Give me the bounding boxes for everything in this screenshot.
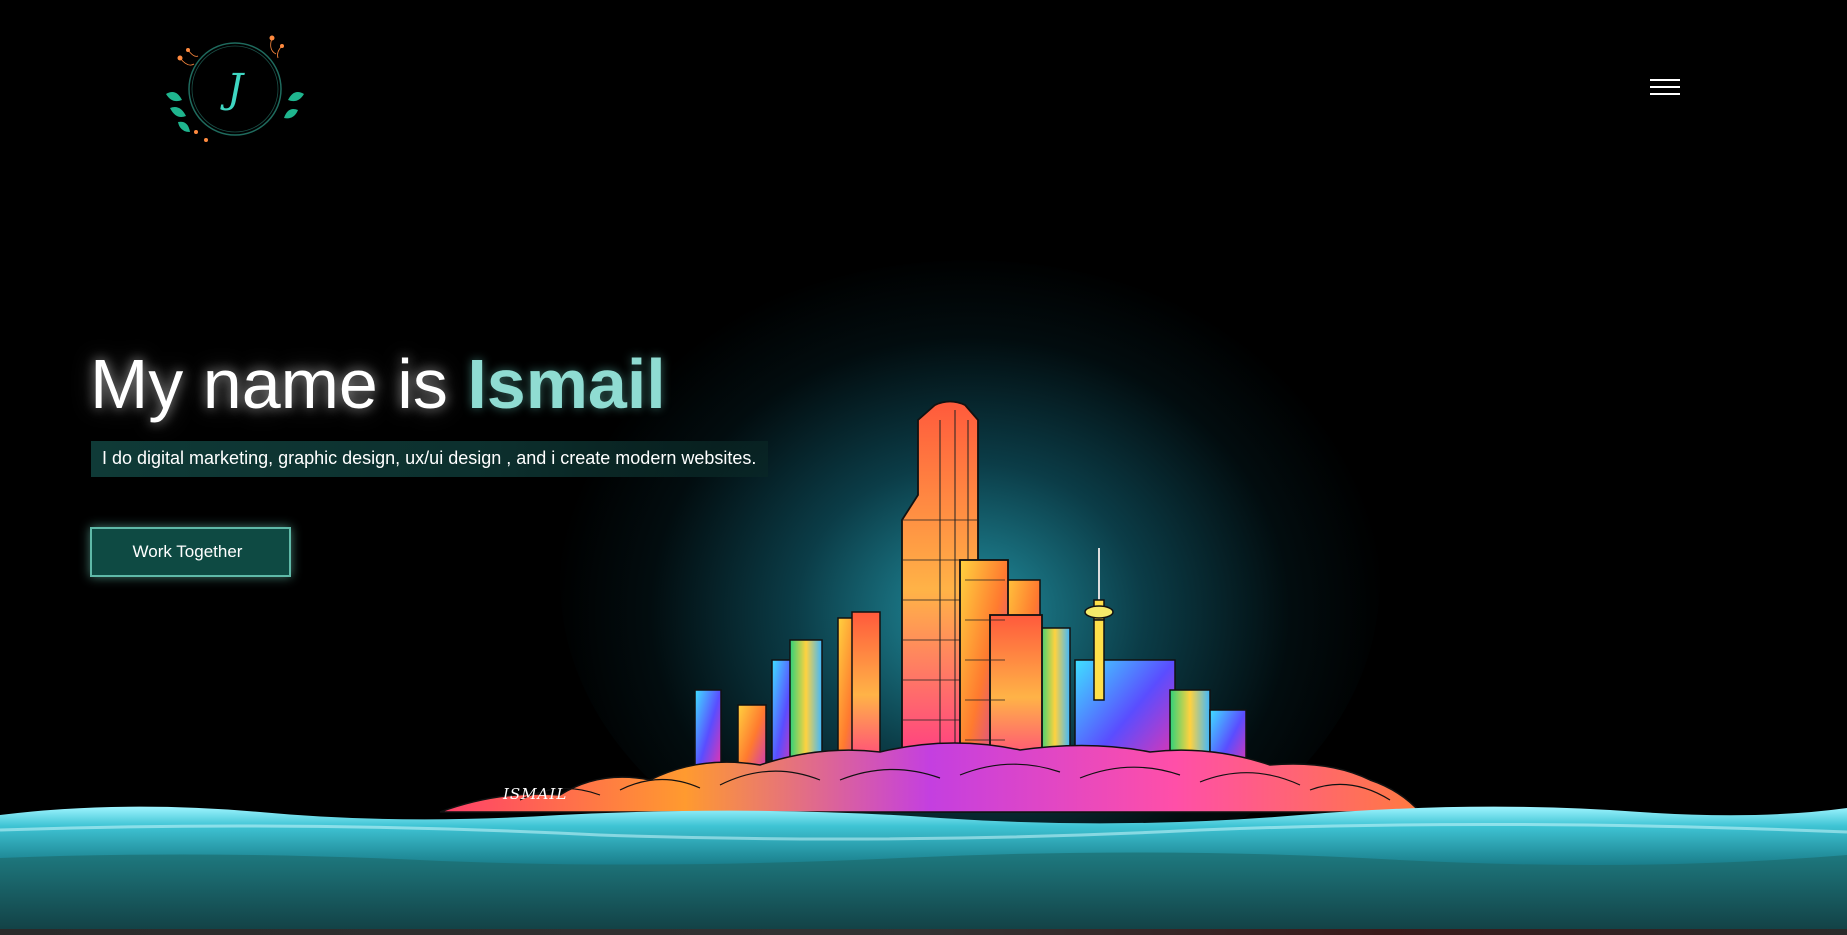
hero-title: My name is Ismail — [90, 346, 666, 423]
work-together-button[interactable]: Work Together — [90, 527, 291, 577]
hero-subtitle: I do digital marketing, graphic design, … — [91, 441, 769, 477]
hamburger-menu-icon[interactable] — [1648, 76, 1682, 100]
illustration-signature: ISMAIL — [503, 785, 568, 803]
menu-line — [1650, 93, 1680, 95]
hero-title-name: Ismail — [467, 345, 666, 423]
page: J My name is Ismail I do digital marketi… — [0, 0, 1847, 935]
bottom-bar — [0, 929, 1847, 935]
menu-line — [1650, 79, 1680, 81]
logo-letter: J — [226, 66, 244, 112]
site-logo[interactable]: J — [160, 28, 310, 150]
hero-title-prefix: My name is — [90, 345, 468, 423]
menu-line — [1650, 86, 1680, 88]
